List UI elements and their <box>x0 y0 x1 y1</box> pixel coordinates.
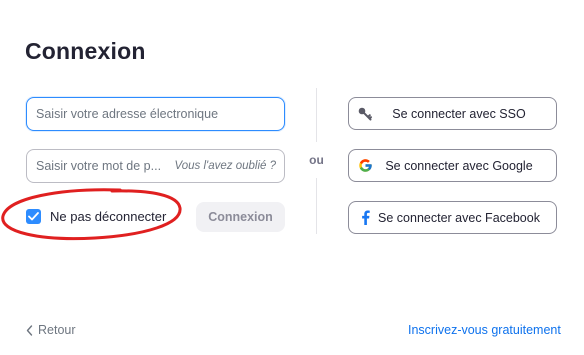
checkmark-icon <box>28 212 39 221</box>
or-label: ou <box>309 153 324 167</box>
password-placeholder: Saisir votre mot de p... <box>36 159 162 173</box>
facebook-signin-button[interactable]: Se connecter avec Facebook <box>348 201 557 234</box>
facebook-icon <box>354 210 376 225</box>
sso-signin-button[interactable]: Se connecter avec SSO <box>348 97 557 130</box>
sso-signin-label: Se connecter avec SSO <box>392 106 526 121</box>
page-title: Connexion <box>25 38 146 64</box>
email-placeholder: Saisir votre adresse électronique <box>36 107 219 121</box>
keep-signed-in-label[interactable]: Ne pas déconnecter <box>50 209 166 224</box>
key-icon <box>354 106 376 122</box>
keep-signed-in-checkbox[interactable] <box>26 209 41 224</box>
chevron-left-icon <box>26 324 33 336</box>
password-field[interactable]: Saisir votre mot de p... Vous l'avez oub… <box>26 149 285 183</box>
back-label: Retour <box>38 323 76 337</box>
signup-link[interactable]: Inscrivez-vous gratuitement <box>408 323 561 337</box>
divider-line-top <box>316 88 317 142</box>
facebook-signin-label: Se connecter avec Facebook <box>378 210 540 225</box>
google-icon <box>354 158 376 173</box>
signin-button[interactable]: Connexion <box>196 202 285 232</box>
forgot-password-link[interactable]: Vous l'avez oublié ? <box>174 160 276 172</box>
email-field[interactable]: Saisir votre adresse électronique <box>26 97 285 131</box>
back-link[interactable]: Retour <box>26 323 76 337</box>
google-signin-label: Se connecter avec Google <box>385 158 533 173</box>
google-signin-button[interactable]: Se connecter avec Google <box>348 149 557 182</box>
divider-line-bottom <box>316 178 317 234</box>
